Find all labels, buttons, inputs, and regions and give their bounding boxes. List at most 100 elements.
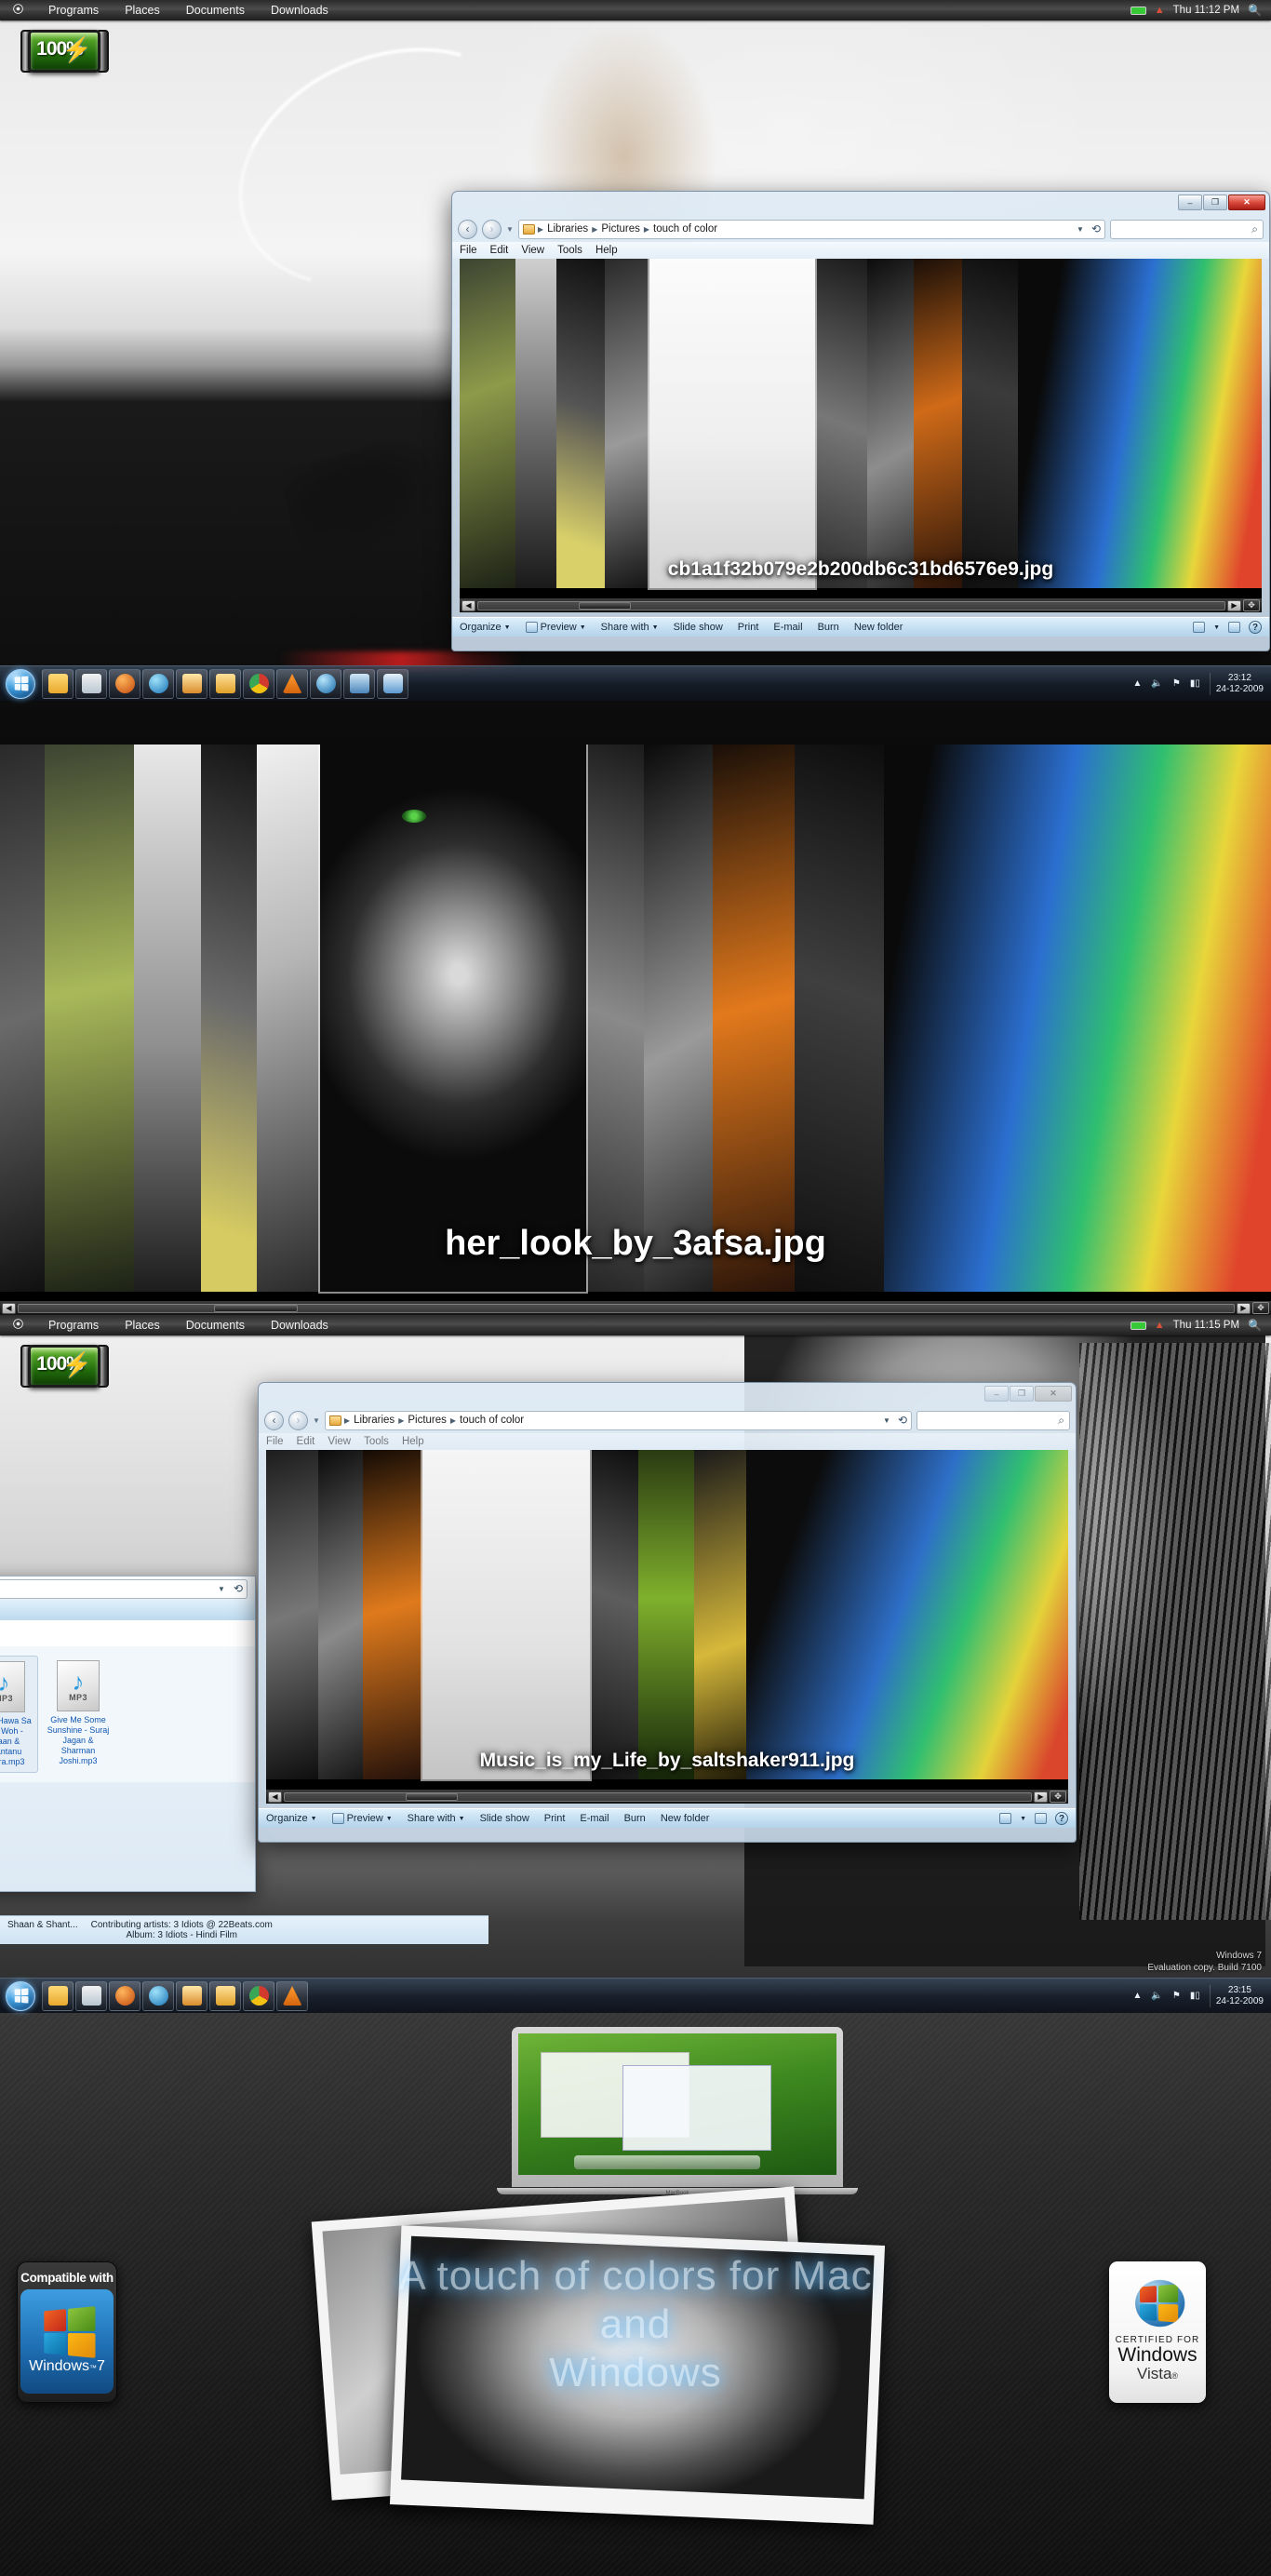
spotlight-search-icon[interactable]: 🔍	[1248, 4, 1262, 17]
close-button[interactable]: ✕	[1228, 195, 1265, 210]
taskbar-button-paint-icon[interactable]	[176, 668, 207, 699]
fullscreen-icon[interactable]: ✥	[1050, 1791, 1066, 1803]
taskbar-button-folder-icon[interactable]	[209, 1980, 241, 2011]
toolbar-slide-show[interactable]: Slide show	[480, 1813, 529, 1824]
thumbnail-item[interactable]	[962, 259, 1018, 588]
taskbar-button-media-player-icon[interactable]	[109, 1980, 140, 2011]
toolbar-organize[interactable]: Organize ▼	[266, 1813, 317, 1824]
scroll-left-button[interactable]: ◀	[462, 599, 475, 611]
forward-arrow-icon[interactable]: ›	[482, 219, 502, 239]
breadcrumb-pictures[interactable]: Pictures	[598, 223, 643, 235]
toolbar-organize[interactable]: Organize ▼	[460, 622, 511, 633]
fullscreen-icon[interactable]: ✥	[1243, 599, 1260, 611]
thumbnail-item-selected[interactable]	[422, 1450, 590, 1779]
thumbnail-item[interactable]	[795, 745, 884, 1292]
menubar-clock[interactable]: Thu 11:15 PM	[1173, 1320, 1239, 1331]
filmstrip-scrollbar[interactable]: ◀ ▶ ✥	[460, 598, 1262, 612]
address-bar[interactable]: ▶ Libraries ▶ Pictures ▶ touch of color …	[517, 219, 1105, 239]
preview-pane-icon[interactable]	[1035, 1813, 1047, 1824]
thumbnail-item[interactable]	[590, 1450, 638, 1779]
search-input[interactable]: ⌕	[916, 1410, 1070, 1430]
thumbnail-item[interactable]	[363, 1450, 422, 1779]
fullscreen-scrollbar[interactable]: ◀ ▶ ✥	[0, 1301, 1271, 1315]
toolbar-new-folder[interactable]: New folder	[661, 1813, 710, 1824]
apple-logo-icon[interactable]	[0, 1318, 35, 1333]
thumbnail-item[interactable]	[318, 1450, 363, 1779]
menu-view[interactable]: View	[328, 1436, 351, 1447]
preview-filmstrip-bottom[interactable]: Music_is_my_Life_by_saltshaker911.jpg ◀ …	[266, 1450, 1068, 1804]
toolbar-preview[interactable]: Preview ▼	[331, 1813, 393, 1824]
windows-start-orb-icon[interactable]	[6, 1980, 35, 2011]
thumbnail-item-selected[interactable]	[649, 259, 815, 588]
menubar-clock[interactable]: Thu 11:12 PM	[1173, 5, 1239, 16]
help-icon[interactable]: ?	[1249, 621, 1262, 634]
spotlight-search-icon[interactable]: 🔍	[1248, 1319, 1262, 1332]
thumbnail-item-selected[interactable]	[320, 745, 586, 1292]
toolbar-new-folder[interactable]: New folder	[854, 622, 903, 633]
menubar-item-downloads[interactable]: Downloads	[258, 4, 341, 17]
volume-icon[interactable]: 🔈	[1151, 1991, 1162, 2001]
toolbar-print[interactable]: Print	[544, 1813, 566, 1824]
network-icon[interactable]: ▮▯	[1190, 1991, 1200, 2001]
taskbar-button-paint-icon[interactable]	[176, 1980, 207, 2011]
menubar-item-documents[interactable]: Documents	[173, 1319, 258, 1332]
thumbnail-item[interactable]	[638, 1450, 694, 1779]
list-item-selected[interactable]: ♪ MP3 Behti Hawa Sa Tha Woh - Shaan & Sh…	[0, 1656, 38, 1773]
menu-edit[interactable]: Edit	[490, 245, 509, 256]
history-chevron-down-icon[interactable]: ▼	[506, 225, 514, 234]
taskbar-clock[interactable]: 23:12 24-12-2009	[1209, 672, 1264, 695]
toolbar-share-with[interactable]: Share with ▼	[408, 1813, 465, 1824]
minimize-button[interactable]: –	[1178, 195, 1202, 210]
preview-pane-icon[interactable]	[1228, 622, 1240, 633]
back-arrow-icon[interactable]: ‹	[458, 219, 477, 239]
wifi-icon[interactable]: ▲	[1155, 5, 1165, 16]
taskbar-button-internet-explorer-icon[interactable]	[142, 668, 174, 699]
menubar-item-programs[interactable]: Programs	[35, 4, 112, 17]
address-dropdown-icon[interactable]: ▼	[880, 1416, 893, 1425]
thumbnail-item[interactable]	[605, 259, 649, 588]
menubar-item-places[interactable]: Places	[112, 4, 173, 17]
menu-file[interactable]: File	[460, 245, 477, 256]
toolbar-email[interactable]: E-mail	[773, 622, 802, 633]
action-center-icon[interactable]: ⚑	[1172, 678, 1181, 689]
maximize-button[interactable]: ❐	[1010, 1386, 1034, 1402]
scroll-right-button[interactable]: ▶	[1034, 1791, 1048, 1803]
view-layout-icon[interactable]	[999, 1813, 1012, 1824]
taskbar-button-photo-viewer-icon[interactable]	[343, 668, 375, 699]
window-titlebar[interactable]: – ❐ ✕	[452, 192, 1269, 216]
breadcrumb-libraries[interactable]: Libraries	[351, 1415, 397, 1426]
toolbar-burn[interactable]: Burn	[818, 622, 839, 633]
toolbar-email[interactable]: E-mail	[580, 1813, 609, 1824]
taskbar-button-vlc-icon[interactable]	[276, 668, 308, 699]
menubar-item-programs[interactable]: Programs	[35, 1319, 112, 1332]
thumbnail-item[interactable]	[201, 745, 257, 1292]
menu-tools[interactable]: Tools	[557, 245, 582, 256]
toolbar-slide-show[interactable]: Slide show	[674, 622, 723, 633]
menu-edit[interactable]: Edit	[297, 1436, 315, 1447]
toolbar-share-with[interactable]: Share with ▼	[601, 622, 659, 633]
window-controls[interactable]: – ❐ ✕	[1178, 195, 1265, 210]
apple-logo-icon[interactable]	[0, 3, 35, 18]
breadcrumb-libraries[interactable]: Libraries	[544, 223, 591, 235]
mac-menubar-bottom[interactable]: Programs Places Documents Downloads ▲ Th…	[0, 1315, 1271, 1335]
thumbnail-item[interactable]	[45, 745, 134, 1292]
thumbnail-item[interactable]	[257, 745, 320, 1292]
network-icon[interactable]: ▮▯	[1190, 678, 1200, 689]
media-player-window[interactable]: 3Idiots ▼ ⟲ Burn New folder brary ♪ MP3 …	[0, 1576, 256, 1892]
menubar-item-downloads[interactable]: Downloads	[258, 1319, 341, 1332]
explorer-window-top[interactable]: – ❐ ✕ ‹ › ▼ ▶ Libraries ▶ Pictures ▶ tou…	[451, 191, 1270, 651]
thumbnail-item[interactable]	[914, 259, 962, 588]
menu-tools[interactable]: Tools	[364, 1436, 389, 1447]
taskbar-button-chrome-icon[interactable]	[243, 668, 274, 699]
back-arrow-icon[interactable]: ‹	[264, 1410, 284, 1430]
menu-help[interactable]: Help	[595, 245, 618, 256]
chevron-down-icon[interactable]: ▼	[1020, 1816, 1026, 1822]
filmstrip-scrollbar[interactable]: ◀ ▶ ✥	[266, 1790, 1068, 1804]
breadcrumb-touch-of-color[interactable]: touch of color	[457, 1415, 527, 1426]
taskbar-clock[interactable]: 23:15 24-12-2009	[1209, 1984, 1264, 2007]
thumbnail-item[interactable]	[884, 745, 1271, 1292]
taskbar-button-media-player-icon[interactable]	[109, 668, 140, 699]
forward-arrow-icon[interactable]: ›	[288, 1410, 308, 1430]
scrollbar-thumb[interactable]	[579, 601, 631, 610]
minimize-button[interactable]: –	[984, 1386, 1009, 1402]
